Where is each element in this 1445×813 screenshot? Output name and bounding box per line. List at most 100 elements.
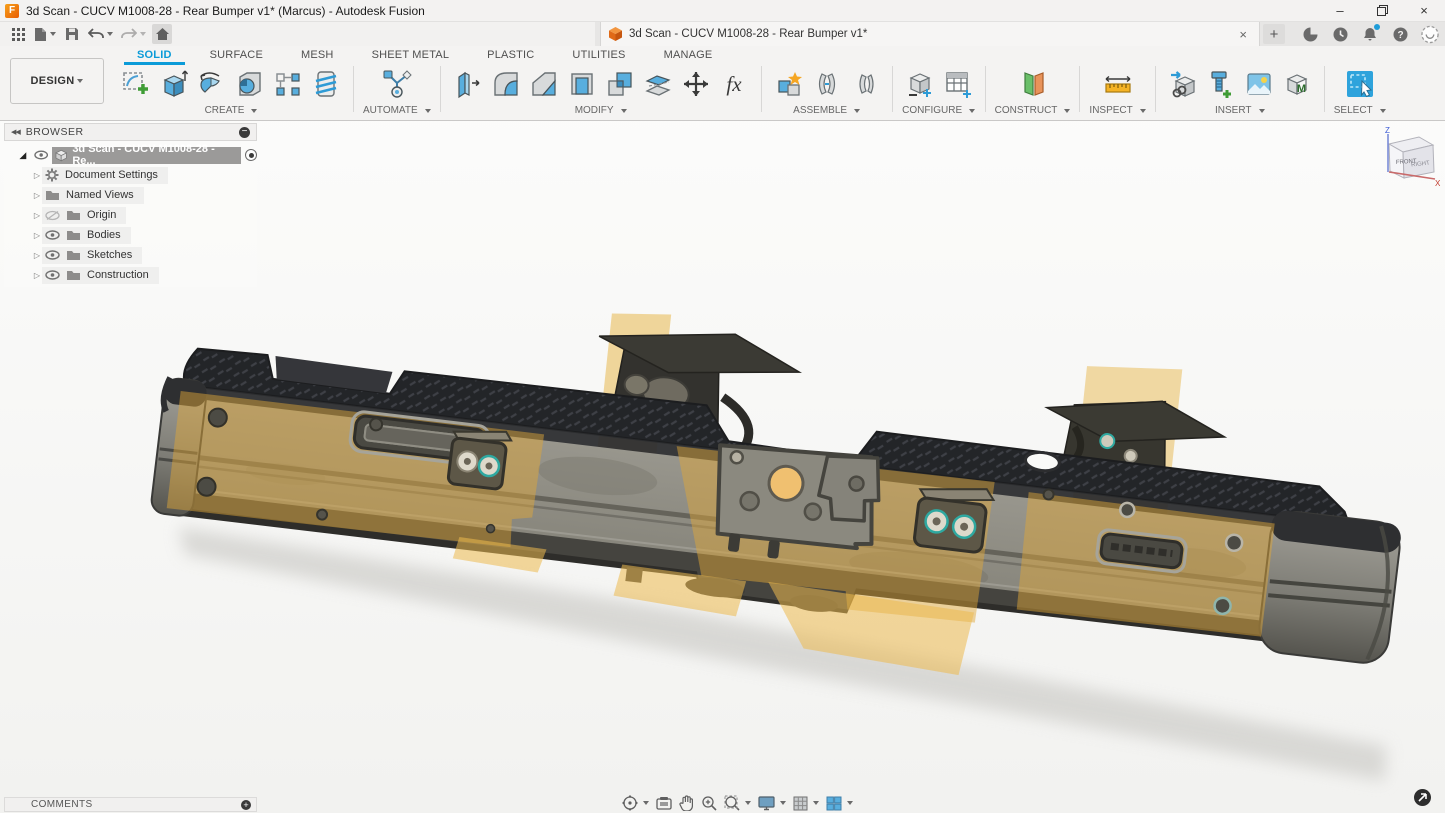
- eye-off-icon[interactable]: [45, 210, 60, 221]
- help-icon[interactable]: ?: [1391, 25, 1409, 43]
- new-tab-button[interactable]: +: [1263, 24, 1285, 44]
- zoom-window-button[interactable]: [724, 795, 751, 811]
- group-insert: M INSERT: [1165, 64, 1315, 116]
- expand-arrow-icon[interactable]: ▷: [32, 231, 42, 240]
- browser-root-row[interactable]: ◢ 3d Scan - CUCV M1008-28 - Re...: [4, 145, 257, 165]
- home-view-button[interactable]: [152, 24, 172, 44]
- expand-arrow-icon[interactable]: ▷: [32, 251, 42, 260]
- comments-panel[interactable]: COMMENTS +: [4, 797, 257, 812]
- thread-icon[interactable]: [308, 65, 344, 103]
- file-menu-button[interactable]: [32, 24, 58, 44]
- canvas-icon[interactable]: [1241, 65, 1277, 103]
- close-button[interactable]: ×: [1403, 0, 1445, 21]
- create-sketch-icon[interactable]: [118, 65, 154, 103]
- configuration-icon[interactable]: [902, 65, 938, 103]
- press-pull-icon[interactable]: [450, 65, 486, 103]
- browser-hide-icon[interactable]: −: [239, 127, 250, 138]
- expand-arrow-icon[interactable]: ▷: [32, 211, 42, 220]
- job-status-icon[interactable]: [1331, 25, 1349, 43]
- redo-button[interactable]: [119, 24, 148, 44]
- tab-mesh[interactable]: MESH: [282, 46, 353, 64]
- group-label-create[interactable]: CREATE: [205, 105, 258, 116]
- expand-arrow-icon[interactable]: ◢: [18, 150, 28, 161]
- insert-fastener-icon[interactable]: [1203, 65, 1239, 103]
- browser-collapse-icon[interactable]: ◀◀: [11, 128, 20, 136]
- browser-row-bodies[interactable]: ▷ Bodies: [4, 225, 257, 245]
- browser-row-document-settings[interactable]: ▷ Document Settings: [4, 165, 257, 185]
- folder-icon: [66, 249, 81, 261]
- construction-plane-icon[interactable]: [1011, 65, 1055, 103]
- tab-utilities[interactable]: UTILITIES: [553, 46, 644, 64]
- expand-arrow-icon[interactable]: ▷: [32, 271, 42, 280]
- tab-manage[interactable]: MANAGE: [645, 46, 732, 64]
- assistant-button[interactable]: [1414, 789, 1431, 806]
- pan-button[interactable]: [679, 795, 694, 811]
- orbit-button[interactable]: [622, 795, 649, 811]
- as-built-joint-icon[interactable]: [847, 65, 883, 103]
- measure-icon[interactable]: [1096, 65, 1140, 103]
- workspace-selector[interactable]: DESIGN: [10, 58, 104, 104]
- add-comment-icon[interactable]: +: [241, 800, 251, 810]
- eye-icon[interactable]: [45, 250, 60, 260]
- insert-derive-icon[interactable]: [1165, 65, 1201, 103]
- look-at-button[interactable]: [656, 796, 672, 810]
- browser-header[interactable]: ◀◀ BROWSER −: [4, 123, 257, 141]
- change-parameters-icon[interactable]: fx: [716, 65, 752, 103]
- offset-face-icon[interactable]: [640, 65, 676, 103]
- browser-row-construction[interactable]: ▷ Construction: [4, 265, 257, 285]
- group-label-construct[interactable]: CONSTRUCT: [995, 105, 1071, 116]
- tab-solid[interactable]: SOLID: [118, 46, 191, 64]
- tab-close-icon[interactable]: ×: [1235, 27, 1251, 42]
- shell-icon[interactable]: [564, 65, 600, 103]
- group-label-inspect[interactable]: INSPECT: [1089, 105, 1145, 116]
- configuration-table-icon[interactable]: [940, 65, 976, 103]
- hole-icon[interactable]: [232, 65, 268, 103]
- joint-icon[interactable]: [809, 65, 845, 103]
- group-label-select[interactable]: SELECT: [1334, 105, 1386, 116]
- revolve-icon[interactable]: [194, 65, 230, 103]
- extrude-icon[interactable]: [156, 65, 192, 103]
- app-launcher-icon[interactable]: [8, 24, 28, 44]
- browser-row-origin[interactable]: ▷ Origin: [4, 205, 257, 225]
- root-component-label: 3d Scan - CUCV M1008-28 - Re...: [72, 143, 233, 167]
- eye-icon[interactable]: [34, 150, 48, 160]
- display-settings-button[interactable]: [758, 796, 786, 811]
- activate-component-radio[interactable]: [245, 149, 257, 161]
- rectangular-pattern-icon[interactable]: [270, 65, 306, 103]
- minimize-button[interactable]: –: [1319, 0, 1361, 21]
- browser-row-named-views[interactable]: ▷ Named Views: [4, 185, 257, 205]
- tab-surface[interactable]: SURFACE: [191, 46, 282, 64]
- eye-icon[interactable]: [45, 270, 60, 280]
- maximize-button[interactable]: [1361, 0, 1403, 21]
- group-label-assemble[interactable]: ASSEMBLE: [793, 105, 860, 116]
- group-label-configure[interactable]: CONFIGURE: [902, 105, 975, 116]
- save-button[interactable]: [62, 24, 82, 44]
- zoom-button[interactable]: [701, 795, 717, 811]
- browser-row-sketches[interactable]: ▷ Sketches: [4, 245, 257, 265]
- select-icon[interactable]: [1342, 65, 1378, 103]
- extensions-icon[interactable]: [1301, 25, 1319, 43]
- view-cube[interactable]: FRONT RIGHT Z X: [1375, 126, 1441, 192]
- chamfer-icon[interactable]: [526, 65, 562, 103]
- expand-arrow-icon[interactable]: ▷: [32, 191, 42, 200]
- group-label-modify[interactable]: MODIFY: [575, 105, 627, 116]
- new-component-icon[interactable]: [771, 65, 807, 103]
- automate-icon[interactable]: [375, 65, 419, 103]
- group-label-automate[interactable]: AUTOMATE: [363, 105, 431, 116]
- eye-icon[interactable]: [45, 230, 60, 240]
- move-copy-icon[interactable]: [678, 65, 714, 103]
- notifications-bell-icon[interactable]: [1361, 25, 1379, 43]
- group-label-insert[interactable]: INSERT: [1215, 105, 1265, 116]
- tab-plastic[interactable]: PLASTIC: [468, 46, 553, 64]
- fillet-icon[interactable]: [488, 65, 524, 103]
- viewports-button[interactable]: [826, 796, 853, 811]
- insert-mcmaster-icon[interactable]: M: [1279, 65, 1315, 103]
- document-tab[interactable]: 3d Scan - CUCV M1008-28 - Rear Bumper v1…: [600, 22, 1260, 46]
- undo-button[interactable]: [86, 24, 115, 44]
- tab-sheet-metal[interactable]: SHEET METAL: [353, 46, 469, 64]
- combine-icon[interactable]: [602, 65, 638, 103]
- grid-settings-button[interactable]: [793, 796, 819, 811]
- viewport-3d-model[interactable]: [0, 0, 1445, 813]
- expand-arrow-icon[interactable]: ▷: [32, 171, 42, 180]
- user-avatar[interactable]: [1421, 25, 1439, 43]
